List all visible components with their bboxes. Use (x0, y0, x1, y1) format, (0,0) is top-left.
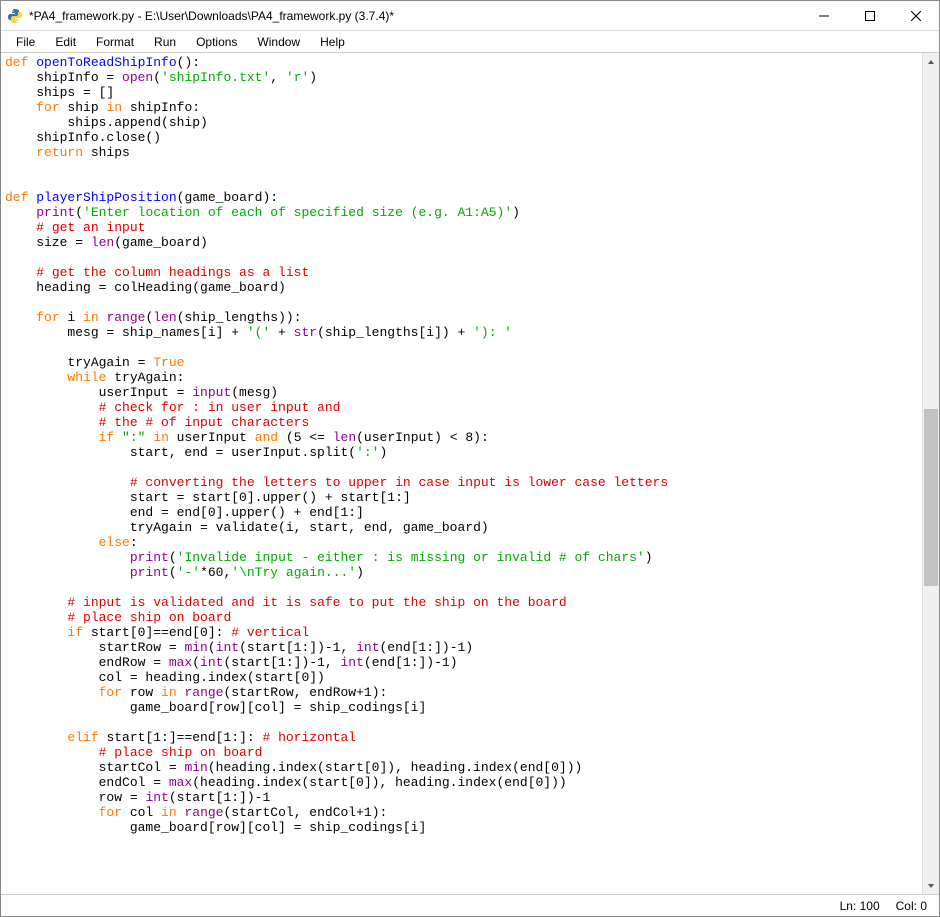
scroll-up-button[interactable] (923, 53, 939, 70)
menu-format[interactable]: Format (87, 33, 143, 51)
menu-help[interactable]: Help (311, 33, 354, 51)
window-title: *PA4_framework.py - E:\User\Downloads\PA… (29, 9, 801, 23)
maximize-button[interactable] (847, 1, 893, 31)
scroll-track[interactable] (923, 70, 939, 877)
menu-window[interactable]: Window (248, 33, 309, 51)
app-icon (7, 8, 23, 24)
scroll-thumb[interactable] (924, 409, 938, 587)
minimize-button[interactable] (801, 1, 847, 31)
vertical-scrollbar[interactable] (922, 53, 939, 894)
code-editor[interactable]: def openToReadShipInfo(): shipInfo = ope… (1, 53, 922, 894)
scroll-down-button[interactable] (923, 877, 939, 894)
status-col: Col: 0 (896, 899, 927, 913)
menu-options[interactable]: Options (187, 33, 246, 51)
menu-file[interactable]: File (7, 33, 44, 51)
editor-wrap: def openToReadShipInfo(): shipInfo = ope… (1, 53, 939, 894)
status-line: Ln: 100 (840, 899, 880, 913)
menubar: File Edit Format Run Options Window Help (1, 31, 939, 53)
menu-edit[interactable]: Edit (46, 33, 85, 51)
titlebar: *PA4_framework.py - E:\User\Downloads\PA… (1, 1, 939, 31)
window-controls (801, 1, 939, 31)
statusbar: Ln: 100 Col: 0 (1, 894, 939, 916)
menu-run[interactable]: Run (145, 33, 185, 51)
close-button[interactable] (893, 1, 939, 31)
